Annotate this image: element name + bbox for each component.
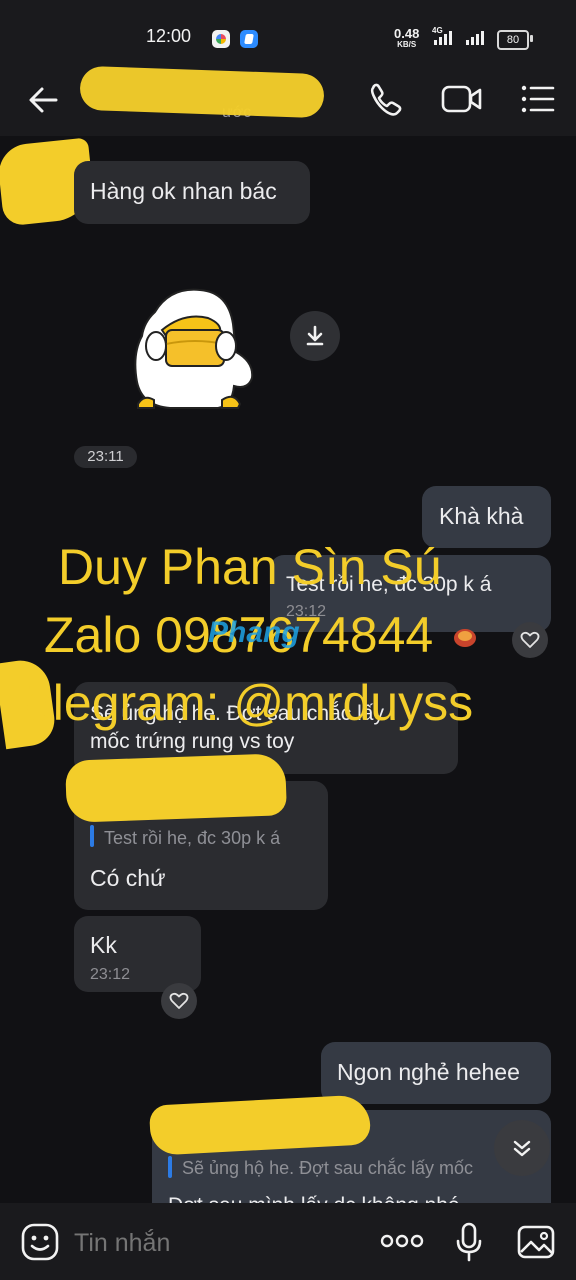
quoted-message-text: Test rồi he, đc 30p k á <box>104 828 281 848</box>
message-text-line: mốc trứng rung vs toy <box>90 730 295 753</box>
message-bubble-received[interactable]: Kk 23:12 <box>74 916 201 992</box>
watermark-logo: Phang <box>208 616 300 649</box>
quote-accent-bar <box>90 825 94 847</box>
message-text: Khà khà <box>439 503 524 529</box>
emoji-icon[interactable] <box>20 1222 60 1262</box>
watermark-line: Duy Phan Sìn Sú <box>58 539 442 595</box>
notification-app-icon <box>212 30 230 48</box>
chat-header: ước <box>0 62 576 136</box>
message-time-badge: 23:11 <box>74 446 137 468</box>
message-text: Ngon nghẻ hehee <box>337 1059 520 1085</box>
phone-icon[interactable] <box>364 78 406 120</box>
quote-accent-bar <box>168 1156 172 1178</box>
battery-indicator: 80 <box>497 30 529 50</box>
cellular-signal-icon <box>432 0 462 62</box>
download-icon[interactable] <box>290 311 340 361</box>
sticker-duck[interactable] <box>130 282 264 414</box>
heart-icon[interactable] <box>512 622 548 658</box>
message-input[interactable] <box>72 1223 356 1263</box>
message-input-bar <box>0 1203 576 1280</box>
status-bar: 12:00 0.48 KB/S 4G 80 <box>0 0 576 62</box>
message-text: Kk <box>90 932 117 958</box>
message-time: 23:12 <box>90 966 131 983</box>
heart-icon[interactable] <box>161 983 197 1019</box>
network-speed: 0.48 KB/S <box>394 26 420 49</box>
message-text: Có chứ <box>90 865 166 891</box>
cellular-signal-icon <box>464 0 490 62</box>
battery-nub <box>530 35 533 42</box>
redaction-scribble <box>79 65 325 119</box>
quoted-message-text: Sẽ ủng hộ he. Đợt sau chắc lấy mốc <box>182 1158 473 1178</box>
more-icon[interactable] <box>380 1229 424 1253</box>
list-menu-icon[interactable] <box>516 78 558 120</box>
back-arrow-icon[interactable] <box>24 80 64 120</box>
microphone-icon[interactable] <box>454 1221 484 1263</box>
redaction-scribble <box>64 753 288 823</box>
message-bubble-received[interactable]: Hàng ok nhan bác <box>74 161 310 224</box>
status-time: 12:00 <box>146 26 192 46</box>
reaction-emoji-icon <box>452 626 478 648</box>
image-icon[interactable] <box>516 1223 556 1261</box>
chevron-down-icon[interactable] <box>494 1120 550 1176</box>
notification-app-icon <box>240 30 258 48</box>
message-bubble-sent[interactable]: Ngon nghẻ hehee <box>321 1042 551 1104</box>
watermark-line: Telegram: @mrduyss <box>0 675 474 731</box>
video-call-icon[interactable] <box>440 78 484 120</box>
message-text: Hàng ok nhan bác <box>90 178 277 204</box>
